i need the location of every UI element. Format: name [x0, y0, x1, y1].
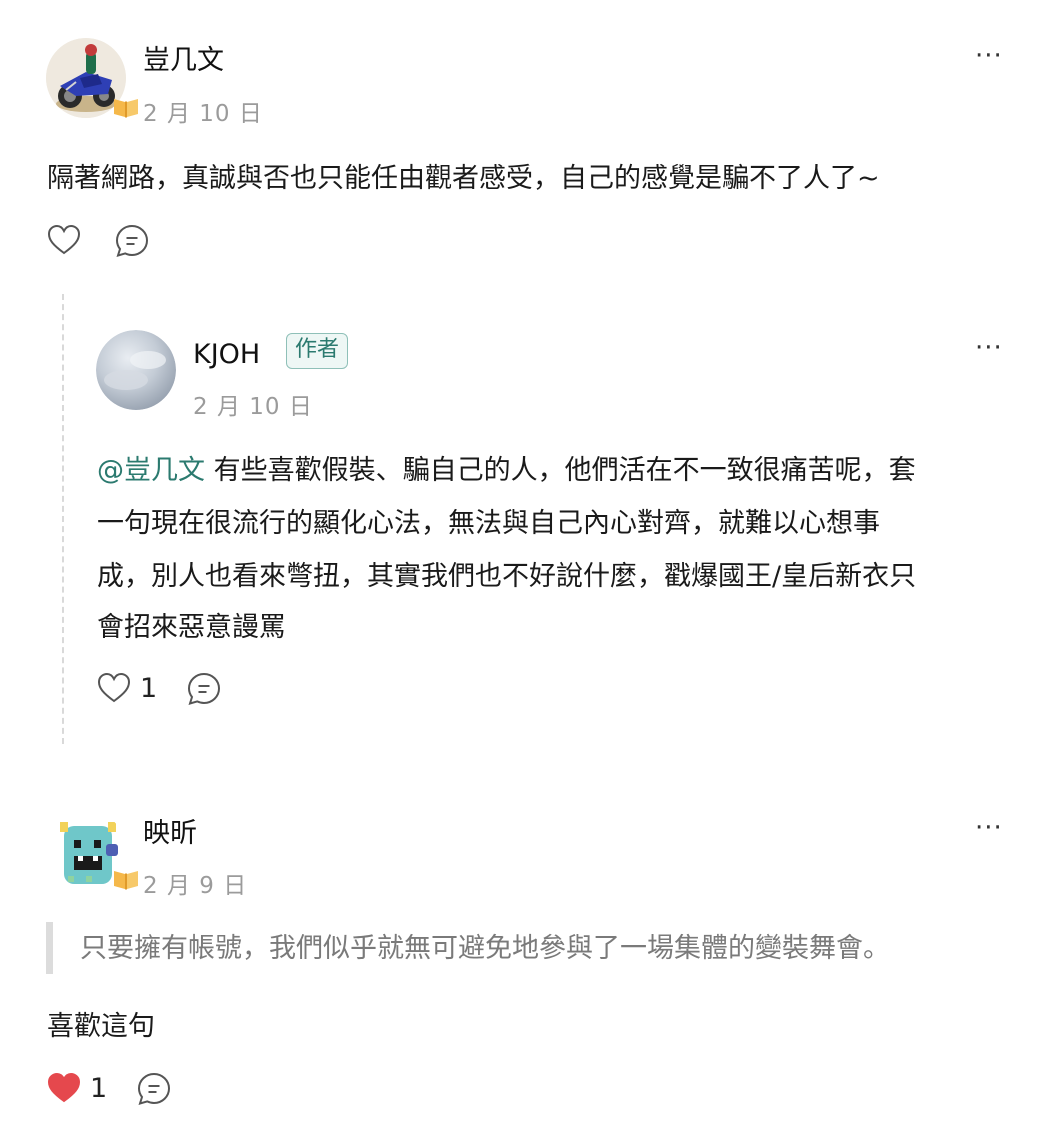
book-badge-icon: [114, 871, 138, 890]
comment-text: 隔著網路，真誠與否也只能任由觀者感受，自己的感覺是騙不了人了~: [47, 163, 880, 194]
sky-avatar-image: [96, 330, 176, 410]
thread-connector-line: [62, 294, 64, 744]
like-count: 1: [90, 1073, 108, 1104]
comment-text: 喜歡這句: [47, 1011, 155, 1042]
more-options-button[interactable]: ···: [975, 43, 1003, 69]
book-badge-icon: [114, 99, 138, 118]
comment-date: 2 月 10 日: [193, 394, 313, 420]
comment-date: 2 月 9 日: [143, 873, 248, 899]
reply-text-segment: 有些喜歡假裝、騙自己的人，他們活在不一致很痛苦呢，套: [205, 455, 916, 486]
more-options-button[interactable]: ···: [975, 815, 1003, 841]
avatar[interactable]: [96, 330, 176, 410]
reply-text-line-1: @豈几文 有些喜歡假裝、騙自己的人，他們活在不一致很痛苦呢，套: [97, 444, 916, 497]
heart-outline-icon[interactable]: [47, 224, 81, 256]
like-count: 1: [140, 673, 158, 704]
reply-text-line-4: 會招來惡意謾罵: [97, 612, 286, 643]
username[interactable]: 映昕: [143, 817, 197, 851]
author-badge: 作者: [286, 333, 349, 369]
more-options-button[interactable]: ···: [975, 335, 1003, 361]
username[interactable]: 豈几文: [143, 44, 224, 78]
user-mention-link[interactable]: @豈几文: [97, 455, 205, 486]
reply-text-line-3: 成，別人也看來彆扭，其實我們也不好說什麼，戳爆國王/皇后新衣只: [97, 561, 917, 592]
comment-bubble-icon[interactable]: [187, 672, 221, 706]
heart-filled-icon[interactable]: [47, 1072, 81, 1104]
quoted-text: 只要擁有帳號，我們似乎就無可避免地參與了一場集體的變裝舞會。: [80, 933, 890, 964]
reply-text-line-2: 一句現在很流行的顯化心法，無法與自己內心對齊，就難以心想事: [97, 508, 880, 539]
username[interactable]: KJOH: [193, 338, 260, 372]
quote-bar: [46, 922, 53, 974]
comment-bubble-icon[interactable]: [115, 224, 149, 258]
comment-date: 2 月 10 日: [143, 101, 263, 127]
comment-bubble-icon[interactable]: [137, 1072, 171, 1106]
heart-outline-icon[interactable]: [97, 672, 131, 704]
